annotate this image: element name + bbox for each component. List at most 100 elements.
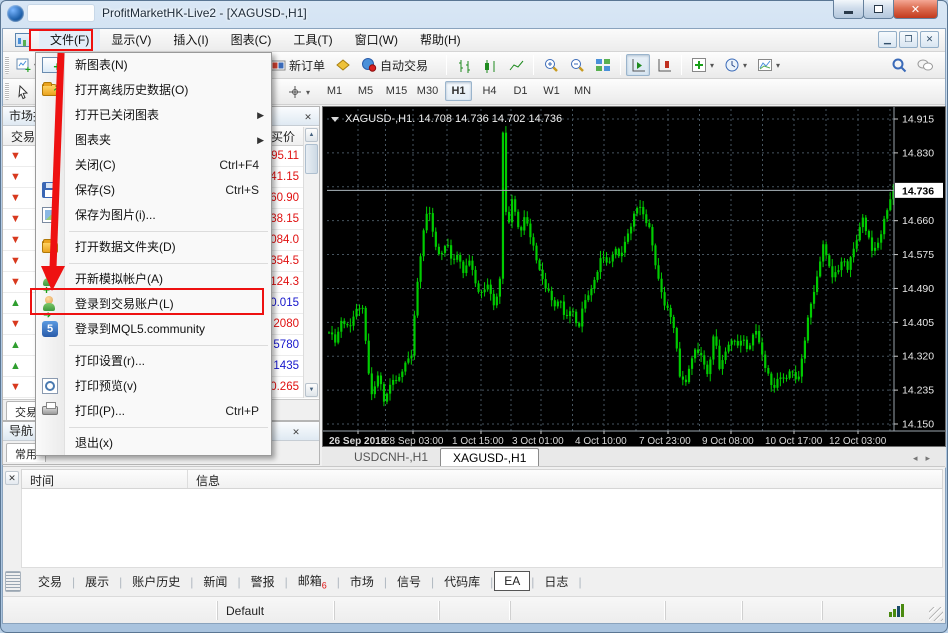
menu-item-1[interactable]: 打开离线历史数据(O): [36, 78, 271, 103]
zoom-out-button[interactable]: [565, 54, 589, 76]
menubar-item-2[interactable]: 插入(I): [162, 29, 219, 51]
timeframe-h4[interactable]: H4: [476, 81, 503, 101]
timeframe-m30[interactable]: M30: [414, 81, 441, 101]
terminal-tab-10[interactable]: 日志: [535, 570, 577, 593]
terminal-tab-2[interactable]: 账户历史: [123, 570, 189, 593]
terminal-tab-8[interactable]: 代码库: [435, 570, 489, 593]
crosshair-tool-button[interactable]: ▾: [283, 81, 314, 103]
menu-item-2[interactable]: 打开已关闭图表▶: [36, 103, 271, 128]
bid-price: 354.5: [270, 255, 299, 267]
menu-item-6[interactable]: 保存为图片(i)...: [36, 203, 271, 228]
menu-shortcut: Ctrl+S: [225, 178, 259, 203]
community-chat-button[interactable]: [913, 54, 937, 76]
market-watch-close-icon[interactable]: ✕: [301, 109, 315, 123]
scroll-down-icon[interactable]: ▼: [305, 383, 318, 397]
mdi-close-button[interactable]: ✕: [920, 31, 939, 48]
terminal-tab-1[interactable]: 展示: [76, 570, 118, 593]
svg-text:XAGUSD-,H1. 14.708 14.736 14.: XAGUSD-,H1. 14.708 14.736 14.702 14.736: [345, 113, 562, 125]
menu-item-8[interactable]: 打开数据文件夹(D): [36, 235, 271, 260]
menu-item-3[interactable]: 图表夹▶: [36, 128, 271, 153]
search-button[interactable]: [887, 54, 911, 76]
scroll-up-icon[interactable]: ▲: [305, 128, 318, 142]
chart-tab-usdcnh[interactable]: USDCNH-,H1: [342, 448, 440, 467]
timeframe-mn[interactable]: MN: [569, 81, 596, 101]
terminal-tab-7[interactable]: 信号: [388, 570, 430, 593]
status-profile[interactable]: Default: [217, 601, 334, 620]
svg-text:10 Oct 17:00: 10 Oct 17:00: [765, 436, 823, 446]
timeframe-h1[interactable]: H1: [445, 81, 472, 101]
chart-window[interactable]: 14.91514.83014.66014.57514.49014.40514.3…: [322, 106, 946, 447]
templates-button[interactable]: ▾: [753, 54, 784, 76]
scroll-thumb[interactable]: [305, 144, 318, 174]
auto-scroll-button[interactable]: [626, 54, 650, 76]
toolbar-grip[interactable]: [5, 56, 9, 74]
message-column-header[interactable]: 信息: [188, 470, 942, 488]
timeframe-d1[interactable]: D1: [507, 81, 534, 101]
menu-item-4[interactable]: 关闭(C)Ctrl+F4: [36, 153, 271, 178]
menubar-item-3[interactable]: 图表(C): [220, 29, 283, 51]
terminal-close-icon[interactable]: ✕: [5, 471, 19, 485]
menu-item-14[interactable]: 打印设置(r)...: [36, 349, 271, 374]
timeframe-w1[interactable]: W1: [538, 81, 565, 101]
indicators-button[interactable]: ▾: [687, 54, 718, 76]
menu-item-15[interactable]: 打印预览(v): [36, 374, 271, 399]
navigator-close-icon[interactable]: ✕: [289, 424, 303, 438]
timeframe-m1[interactable]: M1: [321, 81, 348, 101]
line-chart-button[interactable]: [504, 54, 528, 76]
menu-item-12[interactable]: 登录到MQL5.community: [36, 317, 271, 342]
mdi-minimize-button[interactable]: ▁: [878, 31, 897, 48]
menu-item-0[interactable]: 新图表(N): [36, 53, 271, 78]
close-button[interactable]: ✕: [893, 0, 938, 19]
menu-item-5[interactable]: 保存(S)Ctrl+S: [36, 178, 271, 203]
menu-item-label: 打开离线历史数据(O): [75, 83, 188, 97]
terminal-tab-0[interactable]: 交易: [29, 570, 71, 593]
candle-icon: [482, 57, 498, 74]
printer-icon: [42, 406, 58, 415]
bid-price: 60.90: [270, 192, 299, 204]
menu-item-18[interactable]: 退出(x): [36, 431, 271, 456]
tile-windows-button[interactable]: [591, 54, 615, 76]
timeframe-m15[interactable]: M15: [383, 81, 410, 101]
status-segment: [3, 601, 217, 620]
status-segment: [439, 601, 510, 620]
restore-button[interactable]: [863, 0, 894, 19]
zoom-in-button[interactable]: [539, 54, 563, 76]
toolbar-grip-2[interactable]: [5, 82, 9, 100]
menubar-item-1[interactable]: 显示(V): [100, 29, 162, 51]
time-column-header[interactable]: 时间: [22, 470, 188, 488]
chart-shift-button[interactable]: [652, 54, 676, 76]
person-plus-icon: [42, 271, 58, 287]
periods-button[interactable]: ▾: [720, 54, 751, 76]
terminal-tab-ea[interactable]: EA: [494, 571, 530, 591]
terminal-tab-6[interactable]: 市场: [341, 570, 383, 593]
svg-text:4 Oct 10:00: 4 Oct 10:00: [575, 436, 627, 446]
market-watch-scrollbar[interactable]: ▲ ▼: [303, 127, 319, 398]
chart-tab-xagusd[interactable]: XAGUSD-,H1: [440, 448, 539, 467]
tab-scroll-icons[interactable]: ◂▸: [913, 453, 938, 464]
minimize-button[interactable]: [833, 0, 864, 19]
resize-grip[interactable]: [929, 607, 943, 621]
menu-item-16[interactable]: 打印(P)...Ctrl+P: [36, 399, 271, 424]
zoomin-icon: [543, 57, 559, 74]
terminal-tab-4[interactable]: 警报: [242, 570, 284, 593]
timeframe-m5[interactable]: M5: [352, 81, 379, 101]
new-order-button[interactable]: 新订单: [266, 54, 329, 76]
candlestick-chart-button[interactable]: [478, 54, 502, 76]
menubar-item-5[interactable]: 窗口(W): [344, 29, 409, 51]
menubar-item-4[interactable]: 工具(T): [282, 29, 343, 51]
terminal-grip[interactable]: [5, 571, 21, 592]
title-bar[interactable]: ProfitMarketHK-Live2 - [XAGUSD-,H1] ✕: [0, 0, 948, 28]
terminal-tab-3[interactable]: 新闻: [194, 570, 236, 593]
expert-advisors-icon[interactable]: [331, 54, 355, 76]
terminal-tab-5[interactable]: 邮箱6: [289, 569, 336, 593]
mdi-restore-button[interactable]: ❐: [899, 31, 918, 48]
zoomout-icon: [569, 57, 585, 74]
svg-text:3 Oct 01:00: 3 Oct 01:00: [512, 436, 564, 446]
bar-chart-button[interactable]: [452, 54, 476, 76]
candlestick-chart[interactable]: 14.91514.83014.66014.57514.49014.40514.3…: [323, 107, 945, 446]
svg-text:7 Oct 23:00: 7 Oct 23:00: [639, 436, 691, 446]
menubar-item-6[interactable]: 帮助(H): [409, 29, 472, 51]
svg-text:14.405: 14.405: [902, 317, 934, 329]
autotrading-button[interactable]: 自动交易: [357, 54, 432, 76]
cursor-tool-button[interactable]: [11, 81, 35, 103]
